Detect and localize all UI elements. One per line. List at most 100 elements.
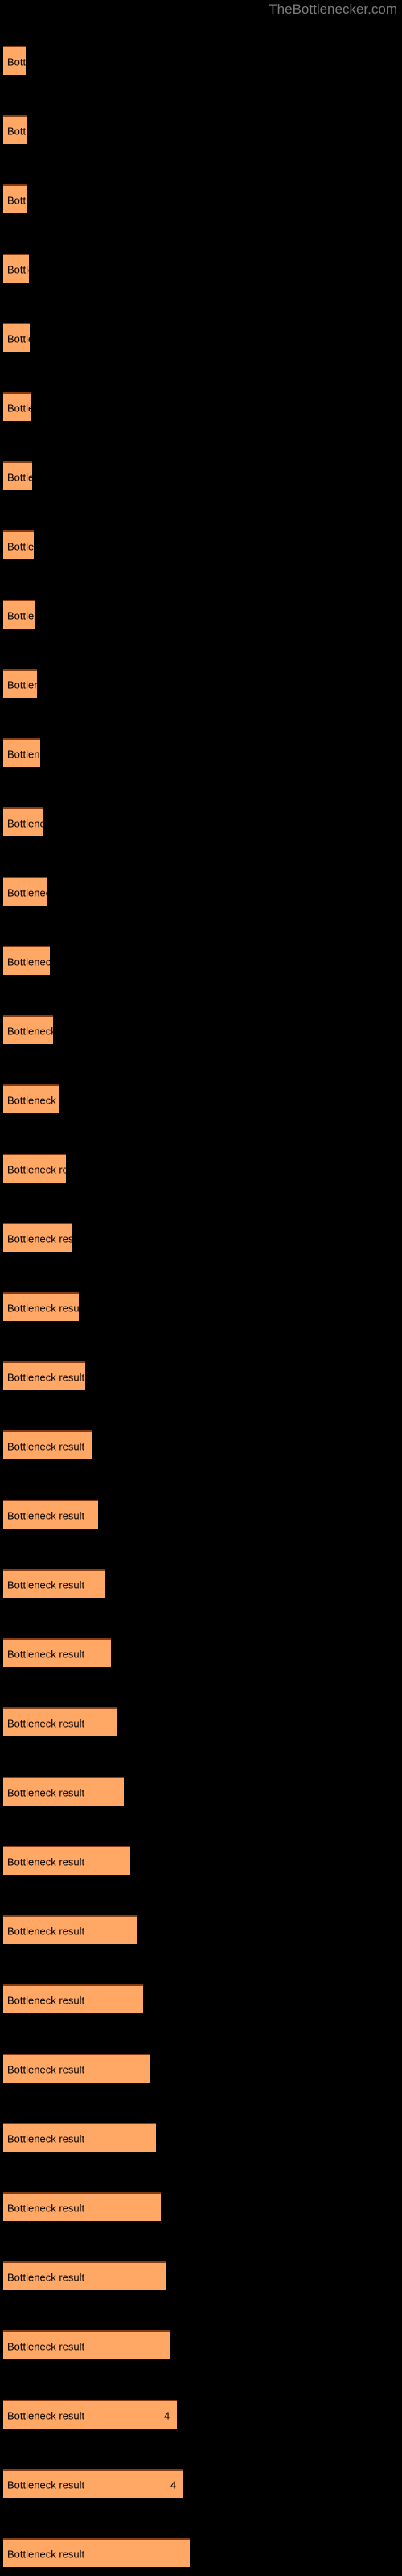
bar-label: Bottleneck result <box>7 1717 85 1730</box>
bar-label-clip: Bottleneck result <box>3 1709 117 1738</box>
bar: Bottleneck result <box>3 461 32 490</box>
bar-row: Bottleneck result <box>3 1707 117 1736</box>
bar-label-clip: Bottleneck result <box>3 809 43 838</box>
bar-label-clip: Bottleneck result <box>3 2194 161 2223</box>
bar-label: Bottleneck result <box>7 2479 85 2491</box>
bar: Bottleneck result <box>3 877 47 906</box>
bar-label: Bottleneck result <box>7 263 29 276</box>
bar-label: Bottleneck result <box>7 1579 85 1591</box>
bar-label-clip: Bottleneck result <box>3 1294 79 1323</box>
bar-label: Bottleneck result <box>7 748 40 761</box>
bar-label: Bottleneck result <box>7 2548 85 2561</box>
bar-label-clip: Bottleneck result <box>3 2055 150 2084</box>
bar-label: Bottleneck result <box>7 956 50 968</box>
bar-label: Bottleneck result <box>7 1994 85 2007</box>
bar-label: Bottleneck result <box>7 56 26 68</box>
bar-row: Bottleneck result <box>3 530 34 559</box>
bar-label: Bottleneck result <box>7 1440 85 1453</box>
bar: Bottleneck result <box>3 669 37 698</box>
bar-label: Bottleneck result <box>7 2132 85 2145</box>
bar-label-clip: Bottleneck result <box>3 947 50 976</box>
bar-row: Bottleneck result <box>3 2192 161 2221</box>
bar-label: Bottleneck result <box>7 1094 59 1107</box>
bar-label-clip: Bottleneck result <box>3 1155 66 1184</box>
bar-label-clip: Bottleneck result <box>3 1432 92 1461</box>
bar-label-clip: Bottleneck result <box>3 532 34 561</box>
bar-label-clip: Bottleneck result <box>3 1363 85 1392</box>
bar-row: Bottleneck result 4 <box>3 2400 177 2429</box>
bar: Bottleneck result <box>3 1569 105 1598</box>
bar: Bottleneck result <box>3 946 50 975</box>
bar-label-clip: Bottleneck result <box>3 117 27 146</box>
bar-label-clip: Bottleneck result <box>3 1778 124 1807</box>
bar: Bottleneck result <box>3 1846 130 1875</box>
bar-row: Bottleneck result <box>3 1292 79 1321</box>
bar: Bottleneck result <box>3 1638 111 1667</box>
bar: Bottleneck result <box>3 184 27 213</box>
bar-label-clip: Bottleneck result 4 <box>3 2401 177 2430</box>
bar-row: Bottleneck result <box>3 1154 66 1183</box>
bar: Bottleneck result <box>3 2123 156 2152</box>
bar-label: Bottleneck result <box>7 1925 85 1938</box>
bar: Bottleneck result <box>3 254 29 283</box>
bar: Bottleneck result <box>3 1084 59 1113</box>
bar-label: Bottleneck result <box>7 1025 53 1038</box>
bar-label-clip: Bottleneck result <box>3 1640 111 1669</box>
bar: Bottleneck result <box>3 2330 170 2359</box>
bar: Bottleneck result <box>3 1154 66 1183</box>
bar-label: Bottleneck result <box>7 540 34 553</box>
bar: Bottleneck result <box>3 1015 53 1044</box>
bar-label-clip: Bottleneck result <box>3 601 35 630</box>
bar-row: Bottleneck result <box>3 2261 166 2290</box>
bar-label: Bottleneck result <box>7 679 37 691</box>
bar: Bottleneck result <box>3 807 43 836</box>
bar-label: Bottleneck result <box>7 1232 72 1245</box>
bar-label-clip: Bottleneck result <box>3 47 26 76</box>
bar-label: Bottleneck result <box>7 886 47 899</box>
bar-label: Bottleneck result <box>7 1856 85 1868</box>
bar: Bottleneck result <box>3 2538 190 2567</box>
bar: Bottleneck result 4 <box>3 2469 183 2498</box>
bar-label-clip: Bottleneck result 4 <box>3 2471 183 2500</box>
bar-row: Bottleneck result 4 <box>3 2469 183 2498</box>
bar-label-clip: Bottleneck result <box>3 463 32 492</box>
bar-label-clip: Bottleneck result <box>3 1224 72 1253</box>
bar-label: Bottleneck result <box>7 1371 85 1384</box>
bar-row: Bottleneck result <box>3 1569 105 1598</box>
bar-label-clip: Bottleneck result <box>3 2124 156 2153</box>
bar-label-clip: Bottleneck result <box>3 1847 130 1876</box>
bar-row: Bottleneck result <box>3 877 47 906</box>
bar-label: Bottleneck result <box>7 2063 85 2076</box>
bar-label-clip: Bottleneck result <box>3 255 29 284</box>
bar-value-label: 4 <box>164 2409 170 2422</box>
bar-label: Bottleneck result <box>7 1163 66 1176</box>
bar-series-container: Bottleneck resultBottleneck resultBottle… <box>0 0 402 2576</box>
bar-row: Bottleneck result <box>3 738 40 767</box>
bar-label-clip: Bottleneck result <box>3 1986 143 2015</box>
bottleneck-bar-chart: TheBottlenecker.com Bottleneck resultBot… <box>0 0 402 2576</box>
bar-row: Bottleneck result <box>3 392 31 421</box>
bar-label: Bottleneck result <box>7 332 30 345</box>
bar-row: Bottleneck result <box>3 1223 72 1252</box>
bar-label: Bottleneck result <box>7 471 32 484</box>
bar-label: Bottleneck result <box>7 1302 79 1315</box>
bar-row: Bottleneck result <box>3 600 35 629</box>
bar: Bottleneck result <box>3 1777 124 1806</box>
bar-label-clip: Bottleneck result <box>3 1917 137 1946</box>
bar-label: Bottleneck result <box>7 125 27 138</box>
bar-row: Bottleneck result <box>3 254 29 283</box>
bar-row: Bottleneck result <box>3 1638 111 1667</box>
bar: Bottleneck result 4 <box>3 2400 177 2429</box>
bar-label-clip: Bottleneck result <box>3 1571 105 1600</box>
bar-label-clip: Bottleneck result <box>3 2332 170 2361</box>
bar-label: Bottleneck result <box>7 2409 85 2422</box>
bar: Bottleneck result <box>3 2192 161 2221</box>
bar-label-clip: Bottleneck result <box>3 2263 166 2292</box>
bar: Bottleneck result <box>3 1500 98 1529</box>
bar-value-label: 4 <box>170 2479 177 2491</box>
bar-label: Bottleneck result <box>7 1786 85 1799</box>
bar: Bottleneck result <box>3 1430 92 1459</box>
bar: Bottleneck result <box>3 530 34 559</box>
bar: Bottleneck result <box>3 2054 150 2083</box>
bar: Bottleneck result <box>3 392 31 421</box>
